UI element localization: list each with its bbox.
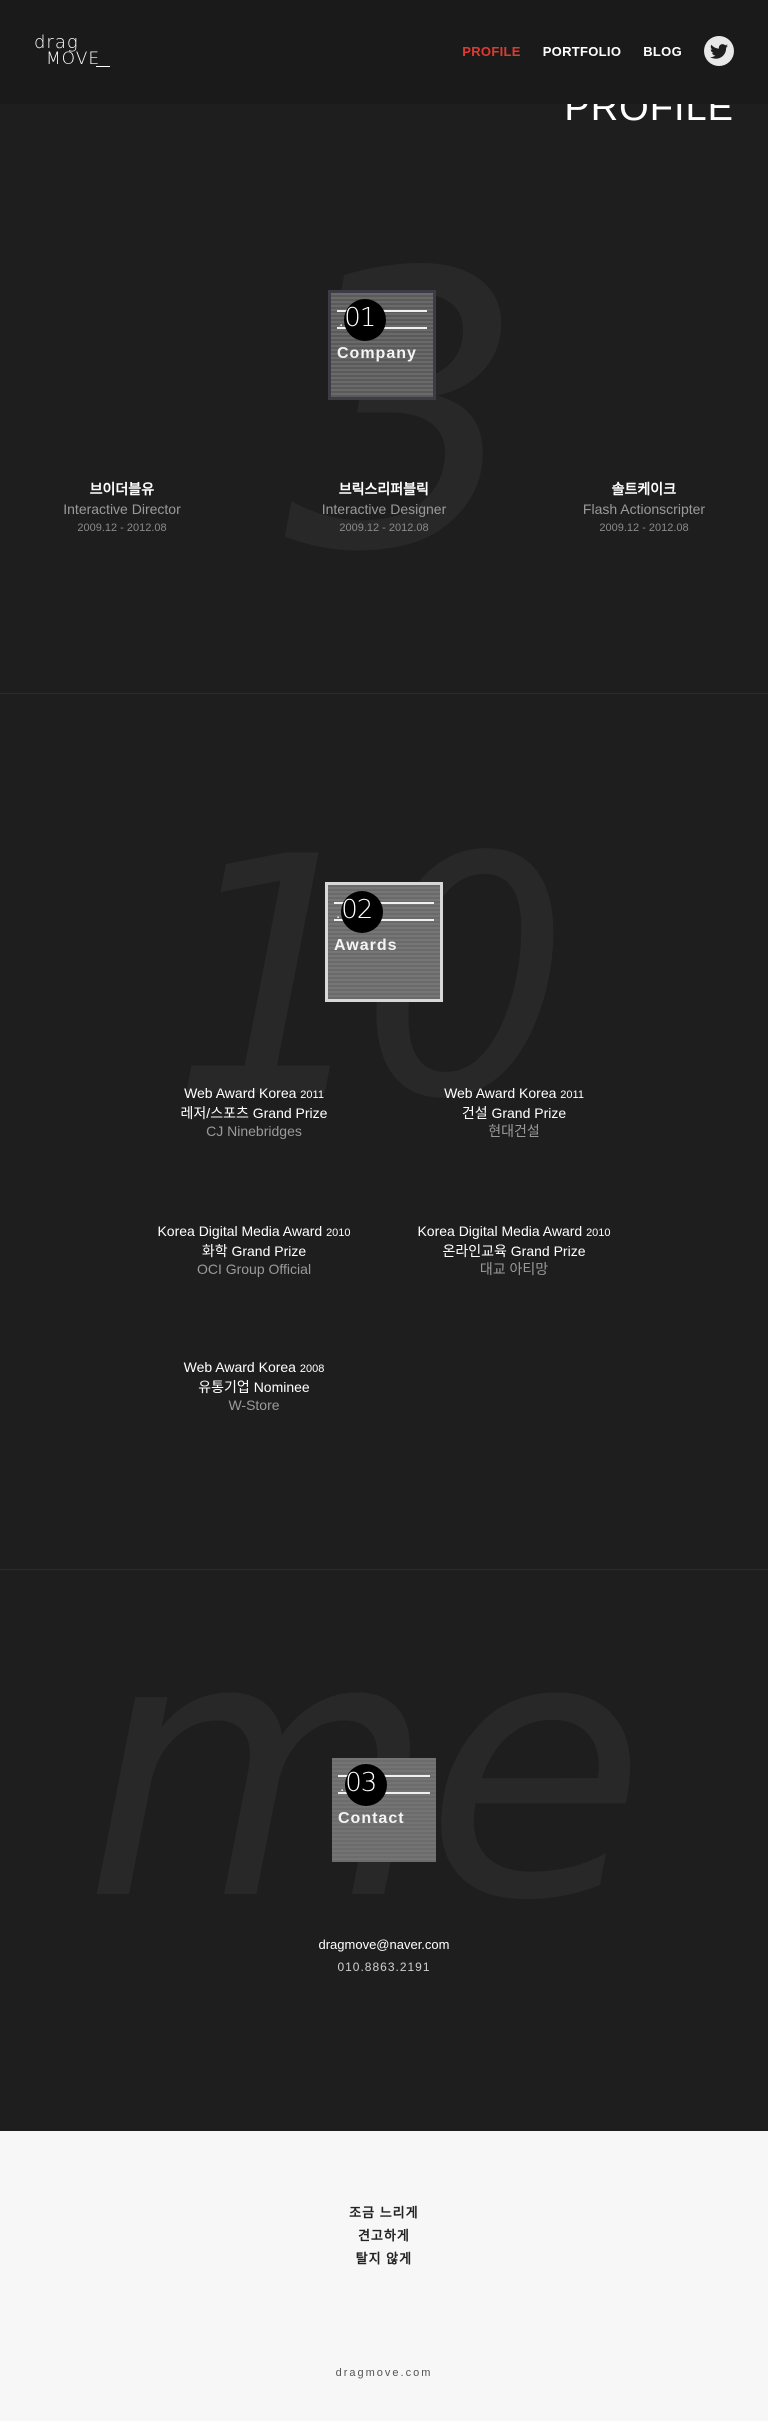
motto-line: 조금 느리게: [349, 2205, 419, 2220]
company-role: Flash Actionscripter: [582, 501, 706, 517]
badge-number: .01: [337, 303, 376, 333]
company-period: 2009.12 - 2012.08: [599, 522, 689, 534]
badge-number: .02: [334, 895, 373, 925]
award-prize: 온라인교육 Grand Prize: [442, 1243, 586, 1259]
footer-motto: 조금 느리게 견고하게 탈지 않게: [234, 2201, 534, 2270]
award-year: 2010: [586, 1227, 611, 1239]
award-client: 현대건설: [488, 1123, 540, 1139]
motto-line: 견고하게: [358, 2228, 410, 2243]
company-item: 솔트케이크 Flash Actionscripter 2009.12 - 201…: [544, 480, 744, 536]
company-section: 3 .01 Company 브이더블유 Interactive Director…: [0, 104, 768, 693]
company-name: 브릭스리퍼블릭: [338, 481, 430, 497]
badge-label: Awards: [334, 937, 398, 954]
nav-blog[interactable]: BLOG: [643, 44, 682, 59]
award-title: Web Award Korea: [183, 1359, 296, 1375]
award-client: W-Store: [228, 1397, 280, 1413]
company-name: 솔트케이크: [611, 481, 677, 497]
badge-label: Company: [337, 345, 417, 362]
company-period: 2009.12 - 2012.08: [339, 522, 429, 534]
award-year: 2010: [326, 1227, 351, 1239]
award-prize: 레저/스포츠 Grand Prize: [180, 1105, 328, 1121]
award-year: 2008: [299, 1363, 325, 1375]
company-bg-number: 3: [284, 192, 526, 635]
company-badge: .01 Company: [328, 290, 436, 400]
award-prize: 유통기업 Nominee: [198, 1379, 310, 1395]
company-item: 브이더블유 Interactive Director 2009.12 - 201…: [22, 480, 222, 536]
site-header: drag MOVE PROFILE PORTFOLIO BLOG: [0, 0, 768, 104]
company-period: 2009.12 - 2012.08: [77, 522, 167, 534]
award-client: CJ Ninebridges: [206, 1123, 302, 1139]
awards-section: 10 .02 Awards Web Award Korea 2011 레저/스포…: [0, 694, 768, 1569]
contact-section: me .03 Contact dragmove@naver.com 010.88…: [0, 1570, 768, 2130]
contact-badge: .03 Contact: [332, 1758, 436, 1862]
company-role: Interactive Director: [63, 501, 181, 517]
nav-portfolio[interactable]: PORTFOLIO: [543, 44, 622, 59]
badge-label: Contact: [338, 1810, 405, 1827]
award-item: Web Award Korea 2008 유통기업 Nominee W-Stor…: [134, 1358, 374, 1414]
company-item: 브릭스리퍼블릭 Interactive Designer 2009.12 - 2…: [284, 480, 484, 536]
award-prize: 건설 Grand Prize: [461, 1105, 567, 1121]
award-item: Web Award Korea 2011 건설 Grand Prize 현대건설: [394, 1084, 634, 1140]
award-prize: 화학 Grand Prize: [201, 1243, 307, 1259]
award-year: 2011: [300, 1089, 324, 1101]
logo-underline: [96, 66, 110, 67]
site-logo[interactable]: drag MOVE: [34, 32, 124, 69]
contact-phone: 010.8863.2191: [337, 1960, 431, 1974]
logo-line2: MOVE: [46, 49, 101, 69]
award-item: Korea Digital Media Award 2010 화학 Grand …: [134, 1222, 374, 1278]
nav-profile[interactable]: PROFILE: [462, 44, 520, 59]
award-client: OCI Group Official: [196, 1261, 312, 1277]
badge-number: .03: [338, 1768, 377, 1798]
award-title: Korea Digital Media Award: [157, 1223, 323, 1239]
main-nav: PROFILE PORTFOLIO BLOG: [462, 44, 682, 59]
award-year: 2011: [560, 1089, 584, 1101]
award-item: Korea Digital Media Award 2010 온라인교육 Gra…: [394, 1222, 634, 1278]
motto-line: 탈지 않게: [355, 2251, 413, 2266]
award-item: Web Award Korea 2011 레저/스포츠 Grand Prize …: [134, 1084, 374, 1140]
award-title: Web Award Korea: [444, 1085, 557, 1101]
site-footer: 조금 느리게 견고하게 탈지 않게 dragmove.com: [0, 2131, 768, 2421]
award-title: Korea Digital Media Award: [417, 1223, 583, 1239]
company-role: Interactive Designer: [321, 501, 447, 517]
contact-email[interactable]: dragmove@naver.com: [234, 1934, 534, 1956]
twitter-icon: [710, 43, 728, 59]
award-client: 대교 아티망: [479, 1261, 549, 1277]
award-title: Web Award Korea: [184, 1085, 297, 1101]
contact-info: dragmove@naver.com 010.8863.2191: [234, 1934, 534, 1978]
company-name: 브이더블유: [89, 481, 155, 497]
twitter-button[interactable]: [704, 36, 734, 66]
awards-badge: .02 Awards: [325, 882, 443, 1002]
footer-site-link[interactable]: dragmove.com: [234, 2367, 534, 2379]
